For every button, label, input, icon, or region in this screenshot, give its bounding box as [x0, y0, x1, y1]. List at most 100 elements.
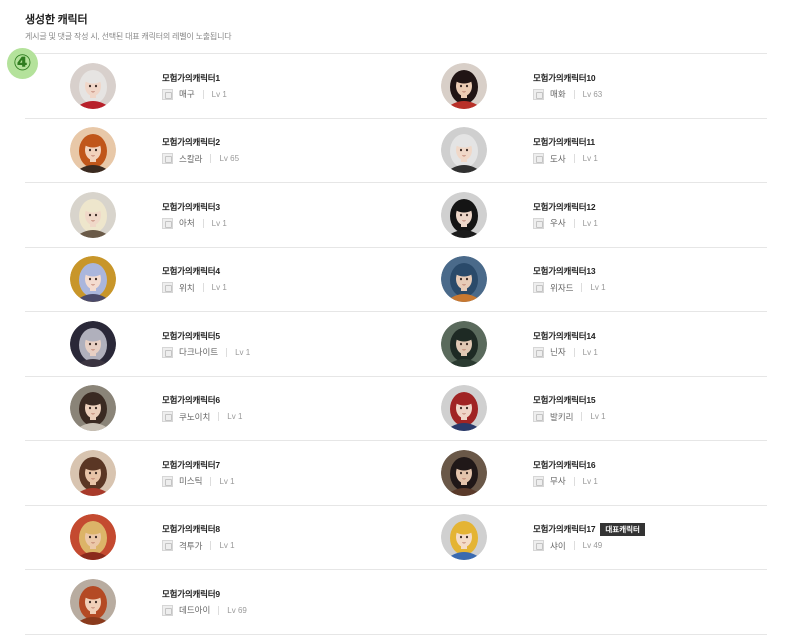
- character-class-line: 닌자 Lv 1: [533, 346, 598, 358]
- character-name-line: 모험가의캐릭터2: [162, 136, 239, 149]
- character-card[interactable]: 모험가의캐릭터16 무사 Lv 1: [396, 441, 767, 505]
- character-card[interactable]: 모험가의캐릭터15 발키리 Lv 1: [396, 377, 767, 441]
- character-info: 모험가의캐릭터17 대표캐릭터 샤이 Lv 49: [533, 522, 645, 552]
- character-level: Lv 1: [590, 283, 606, 293]
- character-avatar: [441, 320, 487, 367]
- character-card[interactable]: 모험가의캐릭터2 스칼라 Lv 65: [25, 119, 396, 183]
- character-card[interactable]: 모험가의캐릭터11 도사 Lv 1: [396, 119, 767, 183]
- divider: [202, 218, 204, 228]
- character-card[interactable]: 모험가의캐릭터9 데드아이 Lv 69: [25, 570, 396, 634]
- character-name-line: 모험가의캐릭터17 대표캐릭터: [533, 522, 645, 536]
- character-name: 모험가의캐릭터2: [162, 137, 220, 148]
- character-level: Lv 1: [227, 412, 243, 422]
- class-maegu-icon: [162, 88, 173, 100]
- character-level: Lv 1: [582, 218, 598, 228]
- character-class-line: 우사 Lv 1: [533, 217, 598, 229]
- character-class: 위자드: [550, 282, 574, 293]
- character-row: 모험가의캐릭터9 데드아이 Lv 69: [25, 570, 767, 635]
- character-level: Lv 69: [227, 605, 247, 615]
- character-name-line: 모험가의캐릭터4: [162, 265, 227, 278]
- character-class: 데드아이: [179, 605, 211, 616]
- class-wizard-icon: [533, 282, 544, 294]
- character-name: 모험가의캐릭터1: [162, 72, 220, 83]
- divider: [218, 605, 220, 615]
- character-card[interactable]: 모험가의캐릭터17 대표캐릭터 샤이 Lv 49: [396, 506, 767, 570]
- character-card[interactable]: 모험가의캐릭터12 우사 Lv 1: [396, 183, 767, 247]
- class-witch-icon: [162, 282, 173, 294]
- character-info: 모험가의캐릭터13 위자드 Lv 1: [533, 265, 606, 294]
- character-class-line: 격투가 Lv 1: [162, 540, 235, 552]
- character-level: Lv 1: [590, 412, 606, 422]
- class-deadeye-icon: [162, 604, 173, 616]
- character-class: 무사: [550, 476, 566, 487]
- character-name-line: 모험가의캐릭터9: [162, 587, 247, 600]
- character-card[interactable]: 모험가의캐릭터4 위치 Lv 1: [25, 248, 396, 312]
- character-card[interactable]: 모험가의캐릭터13 위자드 Lv 1: [396, 248, 767, 312]
- character-name-line: 모험가의캐릭터14: [533, 329, 598, 342]
- character-class-line: 스칼라 Lv 65: [162, 153, 239, 165]
- character-card[interactable]: 모험가의캐릭터8 격투가 Lv 1: [25, 506, 396, 570]
- class-valkyrie-icon: [533, 411, 544, 423]
- character-info: 모험가의캐릭터10 매화 Lv 63: [533, 71, 602, 100]
- empty-cell: [396, 570, 767, 634]
- character-level: Lv 1: [582, 476, 598, 486]
- class-musa-icon: [533, 475, 544, 487]
- character-avatar: [70, 385, 116, 432]
- character-name-line: 모험가의캐릭터3: [162, 200, 227, 213]
- character-class-line: 데드아이 Lv 69: [162, 604, 247, 616]
- character-card[interactable]: 모험가의캐릭터5 다크나이트 Lv 1: [25, 312, 396, 376]
- character-info: 모험가의캐릭터6 쿠노이치 Lv 1: [162, 394, 242, 423]
- divider: [573, 218, 575, 228]
- character-class: 쿠노이치: [179, 411, 211, 422]
- divider: [210, 154, 212, 164]
- character-name: 모험가의캐릭터6: [162, 395, 220, 406]
- character-avatar: [70, 62, 116, 109]
- character-class-line: 매구 Lv 1: [162, 88, 227, 100]
- character-name-line: 모험가의캐릭터7: [162, 458, 235, 471]
- character-level: Lv 1: [211, 89, 227, 99]
- character-card[interactable]: 모험가의캐릭터6 쿠노이치 Lv 1: [25, 377, 396, 441]
- class-scholar-icon: [162, 153, 173, 165]
- character-row: 모험가의캐릭터3 아처 Lv 1 모험가의캐릭터12 우사 Lv 1: [25, 183, 767, 248]
- character-avatar: [441, 62, 487, 109]
- character-class: 매화: [550, 89, 566, 100]
- divider: [218, 412, 220, 422]
- divider: [573, 541, 575, 551]
- character-card[interactable]: 모험가의캐릭터10 매화 Lv 63: [396, 54, 767, 118]
- character-card[interactable]: 모험가의캐릭터14 닌자 Lv 1: [396, 312, 767, 376]
- character-name: 모험가의캐릭터17: [533, 524, 596, 535]
- character-avatar: [441, 514, 487, 561]
- character-row: 모험가의캐릭터8 격투가 Lv 1 모험가의캐릭터17 대표캐릭터 샤이 Lv …: [25, 506, 767, 570]
- character-info: 모험가의캐릭터9 데드아이 Lv 69: [162, 587, 247, 616]
- section-header: 생성한 캐릭터 게시글 및 댓글 작성 시, 선택된 대표 캐릭터의 레벨이 노…: [25, 13, 232, 42]
- character-class-line: 쿠노이치 Lv 1: [162, 411, 242, 423]
- character-avatar: [441, 191, 487, 238]
- character-class-line: 발키리 Lv 1: [533, 411, 606, 423]
- character-class: 미스틱: [179, 476, 203, 487]
- character-class: 샤이: [550, 540, 566, 551]
- representative-badge: 대표캐릭터: [600, 522, 645, 536]
- class-dosa-icon: [533, 153, 544, 165]
- character-name: 모험가의캐릭터13: [533, 266, 596, 277]
- character-info: 모험가의캐릭터14 닌자 Lv 1: [533, 329, 598, 358]
- character-avatar: [70, 578, 116, 625]
- character-card[interactable]: 모험가의캐릭터7 미스틱 Lv 1: [25, 441, 396, 505]
- character-info: 모험가의캐릭터5 다크나이트 Lv 1: [162, 329, 250, 358]
- character-card[interactable]: 모험가의캐릭터1 매구 Lv 1: [25, 54, 396, 118]
- class-darkknight-icon: [162, 346, 173, 358]
- section-subtitle: 게시글 및 댓글 작성 시, 선택된 대표 캐릭터의 레벨이 노출됩니다: [25, 32, 232, 41]
- character-name: 모험가의캐릭터7: [162, 459, 220, 470]
- character-avatar: [70, 127, 116, 174]
- character-info: 모험가의캐릭터12 우사 Lv 1: [533, 200, 598, 229]
- character-class-line: 아처 Lv 1: [162, 217, 227, 229]
- character-level: Lv 1: [211, 283, 227, 293]
- character-level: Lv 63: [582, 89, 603, 99]
- character-name: 모험가의캐릭터10: [533, 72, 596, 83]
- character-class: 스칼라: [179, 153, 203, 164]
- character-class-line: 도사 Lv 1: [533, 153, 598, 165]
- divider: [202, 89, 204, 99]
- character-name-line: 모험가의캐릭터12: [533, 200, 598, 213]
- character-card[interactable]: 모험가의캐릭터3 아처 Lv 1: [25, 183, 396, 247]
- character-row: 모험가의캐릭터7 미스틱 Lv 1 모험가의캐릭터16 무사 Lv 1: [25, 441, 767, 506]
- character-class-line: 위치 Lv 1: [162, 282, 227, 294]
